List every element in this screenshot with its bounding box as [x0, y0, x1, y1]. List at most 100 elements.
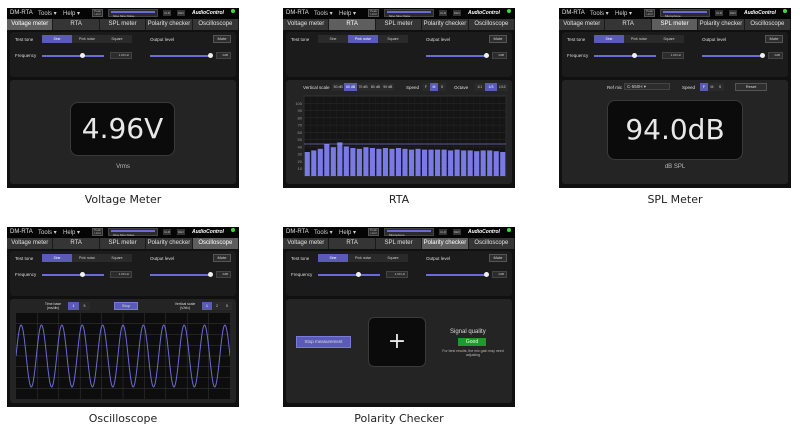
tab-oscilloscope[interactable]: Oscilloscope: [468, 19, 515, 30]
help-menu[interactable]: Help ▾: [63, 229, 80, 236]
tab-spl-meter[interactable]: SPL meter: [99, 238, 147, 249]
speed-medium[interactable]: M: [430, 83, 438, 91]
vscale-option[interactable]: 60 dB: [344, 83, 357, 91]
output-level-slider-handle[interactable]: [208, 272, 213, 277]
device-button[interactable]: DEV: [453, 10, 462, 16]
output-level-field[interactable]: 0dB: [492, 271, 507, 278]
mute-button[interactable]: Mute: [489, 254, 507, 262]
tab-voltage-meter[interactable]: Voltage meter: [7, 238, 54, 249]
clear-button[interactable]: CLR: [439, 229, 448, 235]
tab-spl-meter[interactable]: SPL meter: [99, 19, 147, 30]
tab-polarity-checker[interactable]: Polarity checker: [146, 19, 193, 30]
tone-sine[interactable]: Sine: [594, 35, 624, 43]
help-menu[interactable]: Help ▾: [63, 10, 80, 17]
speed-selector[interactable]: F M S: [422, 83, 446, 91]
output-level-slider-handle[interactable]: [484, 272, 489, 277]
tone-square[interactable]: Square: [378, 254, 408, 262]
tab-voltage-meter[interactable]: Voltage meter: [7, 19, 54, 30]
clear-button[interactable]: CLR: [163, 229, 172, 235]
octave-option[interactable]: 1/12: [497, 83, 508, 91]
octave-selector[interactable]: 1/1 1/3 1/12: [474, 83, 508, 91]
frequency-slider-handle[interactable]: [80, 272, 85, 277]
ref-mic-select[interactable]: C-550H ▾: [624, 83, 670, 90]
tone-sine[interactable]: Sine: [42, 254, 72, 262]
tone-square[interactable]: Square: [654, 35, 684, 43]
frequency-slider-handle[interactable]: [632, 53, 637, 58]
tone-selector[interactable]: Sine Pink noise Square: [42, 254, 132, 262]
vscale-option[interactable]: 1: [202, 302, 212, 310]
tone-sine[interactable]: Sine: [318, 254, 348, 262]
vscale-option[interactable]: 5: [222, 302, 232, 310]
tab-rta[interactable]: RTA: [53, 19, 100, 30]
output-level-field[interactable]: 0dB: [216, 52, 231, 59]
tone-selector[interactable]: Sine Pink noise Square: [318, 254, 408, 262]
peak-hold-button[interactable]: Peak Hold: [368, 228, 379, 236]
tools-menu[interactable]: Tools ▾: [590, 10, 609, 17]
reset-button[interactable]: Reset: [735, 83, 767, 91]
tab-rta[interactable]: RTA: [605, 19, 652, 30]
tab-voltage-meter[interactable]: Voltage meter: [283, 19, 330, 30]
help-menu[interactable]: Help ▾: [615, 10, 632, 17]
tone-pink-noise[interactable]: Pink noise: [348, 254, 378, 262]
help-menu[interactable]: Help ▾: [339, 229, 356, 236]
output-level-slider[interactable]: [150, 274, 212, 276]
time-base-option[interactable]: 5: [79, 302, 90, 310]
vscale-option[interactable]: 50 dB: [332, 83, 344, 91]
frequency-slider-handle[interactable]: [80, 53, 85, 58]
tab-voltage-meter[interactable]: Voltage meter: [559, 19, 606, 30]
tab-spl-meter[interactable]: SPL meter: [375, 19, 423, 30]
vscale-option[interactable]: 2: [212, 302, 222, 310]
peak-hold-button[interactable]: Peak Hold: [92, 228, 103, 236]
speed-fast[interactable]: F: [422, 83, 430, 91]
mute-button[interactable]: Mute: [213, 35, 231, 43]
output-level-field[interactable]: 0dB: [768, 52, 783, 59]
tab-oscilloscope[interactable]: Oscilloscope: [468, 238, 515, 249]
tab-polarity-checker[interactable]: Polarity checker: [146, 238, 193, 249]
stop-measurement-button[interactable]: Stop measurement: [296, 336, 351, 348]
output-level-slider[interactable]: [426, 55, 488, 57]
tools-menu[interactable]: Tools ▾: [314, 10, 333, 17]
tone-selector[interactable]: Sine Pink noise Square: [594, 35, 684, 43]
tone-square[interactable]: Square: [378, 35, 408, 43]
speed-selector[interactable]: F M S: [700, 83, 724, 91]
tone-selector[interactable]: Sine Pink noise Square: [318, 35, 408, 43]
peak-hold-button[interactable]: Peak Hold: [368, 9, 379, 17]
mute-button[interactable]: Mute: [213, 254, 231, 262]
tab-spl-meter[interactable]: SPL meter: [375, 238, 423, 249]
tab-rta[interactable]: RTA: [329, 238, 376, 249]
output-level-slider-handle[interactable]: [484, 53, 489, 58]
tools-menu[interactable]: Tools ▾: [314, 229, 333, 236]
peak-hold-button[interactable]: Peak Hold: [644, 9, 655, 17]
vertical-scale-selector[interactable]: 50 dB 60 dB 70 dB 80 dB 90 dB: [332, 83, 394, 91]
output-level-slider[interactable]: [150, 55, 212, 57]
tone-square[interactable]: Square: [102, 254, 132, 262]
frequency-slider[interactable]: [594, 55, 656, 57]
device-button[interactable]: DEV: [729, 10, 738, 16]
frequency-slider-handle[interactable]: [356, 272, 361, 277]
tone-square[interactable]: Square: [102, 35, 132, 43]
tab-spl-meter[interactable]: SPL meter: [651, 19, 699, 30]
device-button[interactable]: DEV: [177, 10, 186, 16]
frequency-field[interactable]: 1.00 Hz: [110, 271, 132, 278]
speed-fast[interactable]: F: [700, 83, 708, 91]
tone-selector[interactable]: Sine Pink noise Square: [42, 35, 132, 43]
time-base-selector[interactable]: 1 5: [68, 302, 90, 310]
clear-button[interactable]: CLR: [715, 10, 724, 16]
tools-menu[interactable]: Tools ▾: [38, 10, 57, 17]
mute-button[interactable]: Mute: [489, 35, 507, 43]
speed-slow[interactable]: S: [438, 83, 446, 91]
tone-pink-noise[interactable]: Pink noise: [624, 35, 654, 43]
tone-sine[interactable]: Sine: [42, 35, 72, 43]
frequency-field[interactable]: 1.00 Hz: [386, 271, 408, 278]
tab-rta[interactable]: RTA: [53, 238, 100, 249]
output-level-field[interactable]: 0dB: [492, 52, 507, 59]
mute-button[interactable]: Mute: [765, 35, 783, 43]
octave-option[interactable]: 1/3: [485, 83, 497, 91]
tone-sine[interactable]: Sine: [318, 35, 348, 43]
speed-slow[interactable]: S: [716, 83, 724, 91]
frequency-slider[interactable]: [42, 274, 104, 276]
output-level-slider-handle[interactable]: [760, 53, 765, 58]
vscale-option[interactable]: 70 dB: [357, 83, 369, 91]
octave-option[interactable]: 1/1: [474, 83, 485, 91]
tab-oscilloscope[interactable]: Oscilloscope: [192, 238, 239, 249]
